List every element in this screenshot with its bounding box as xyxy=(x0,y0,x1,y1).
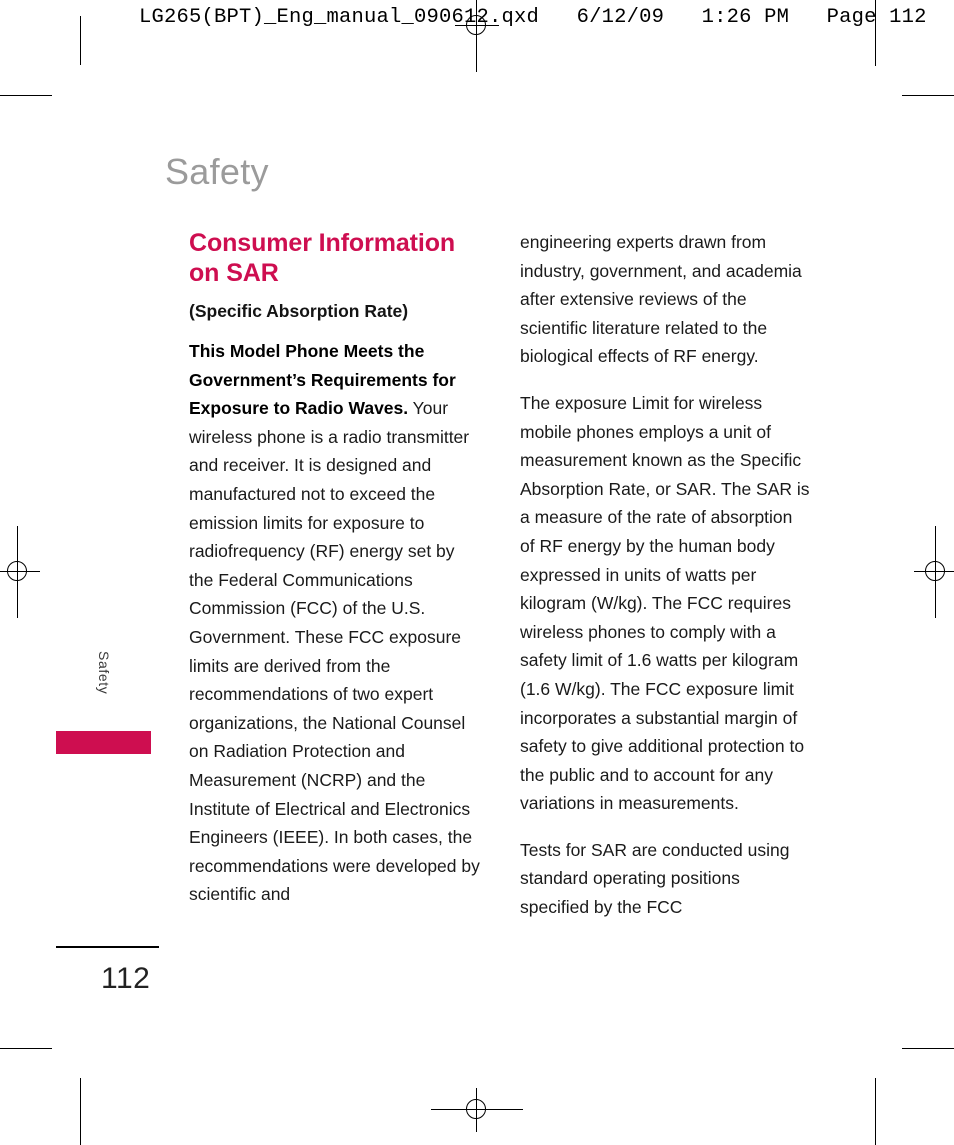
column-left: Consumer Information on SAR (Specific Ab… xyxy=(189,228,480,909)
body-columns: Consumer Information on SAR (Specific Ab… xyxy=(189,228,811,998)
crop-mark-top-left-horizontal xyxy=(0,95,52,96)
side-tab-label: Safety xyxy=(96,651,112,695)
registration-mark-right-middle xyxy=(914,526,954,618)
section-subheading: (Specific Absorption Rate) xyxy=(189,301,409,321)
column-right: engineering experts drawn from industry,… xyxy=(520,228,811,922)
registration-ring xyxy=(466,1099,486,1119)
crop-mark-bottom-left-vertical xyxy=(80,1078,81,1145)
page-title: Safety xyxy=(165,151,269,192)
paragraph-left-1-rest: Your wireless phone is a radio transmitt… xyxy=(189,398,480,905)
folio-rule xyxy=(56,946,159,948)
registration-ring xyxy=(925,561,945,581)
side-tab: Safety xyxy=(96,651,116,741)
side-tab-color-bar xyxy=(56,731,151,754)
crop-mark-bottom-right-horizontal xyxy=(902,1048,954,1049)
crop-mark-top-left-vertical xyxy=(80,16,81,65)
crop-mark-top-right-horizontal xyxy=(902,95,954,96)
prepress-slug-line: LG265(BPT)_Eng_manual_090612.qxd 6/12/09… xyxy=(139,6,927,29)
registration-mark-left-middle xyxy=(0,526,40,618)
page-number: 112 xyxy=(101,962,151,995)
registration-ring xyxy=(7,561,27,581)
crop-mark-bottom-right-vertical xyxy=(875,1078,876,1145)
paragraph-right-1: engineering experts drawn from industry,… xyxy=(520,232,802,367)
paragraph-left-1: This Model Phone Meets the Government’s … xyxy=(189,337,480,909)
paragraph-right-2: The exposure Limit for wireless mobile p… xyxy=(520,392,810,814)
crop-mark-bottom-left-horizontal xyxy=(0,1048,52,1049)
registration-mark-bottom-center xyxy=(431,1088,523,1132)
section-heading: Consumer Information on SAR xyxy=(189,229,456,287)
paragraph-right-3: Tests for SAR are conducted using standa… xyxy=(520,839,790,918)
